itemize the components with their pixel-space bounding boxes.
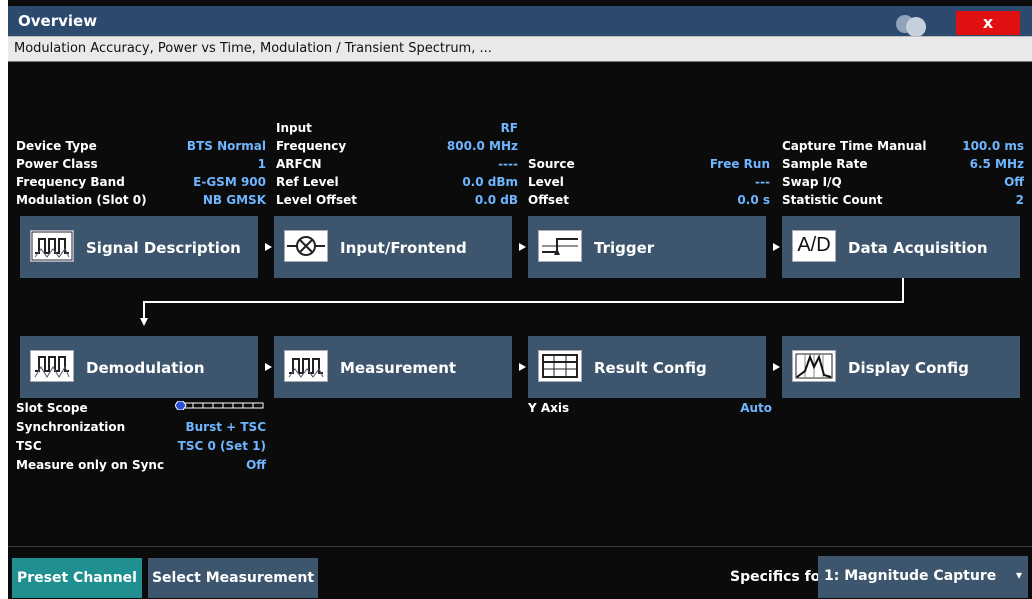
- flow-connector-vertical: [902, 278, 904, 303]
- overview-window: Overview x Modulation Accuracy, Power vs…: [8, 0, 1032, 599]
- synchronization-label: Synchronization: [16, 420, 126, 434]
- statistic-count-label: Statistic Count: [782, 193, 883, 207]
- swap-iq-value: Off: [1004, 175, 1024, 189]
- tsc-value: TSC 0 (Set 1): [177, 439, 266, 453]
- frequency-value: 800.0 MHz: [446, 139, 518, 153]
- signal-waveform-icon: [30, 230, 74, 262]
- trigger-level-value: ---: [755, 175, 770, 189]
- tsc-label: TSC: [16, 439, 42, 453]
- y-axis-value: Auto: [740, 401, 772, 415]
- trigger-source-label: Source: [528, 157, 575, 171]
- flow-connector-down: [143, 301, 145, 319]
- power-class-value: 1: [257, 157, 266, 171]
- frequency-band-label: Frequency Band: [16, 175, 125, 189]
- flow-arrow-down-icon: [140, 318, 148, 326]
- result-config-block[interactable]: Result Config: [528, 336, 766, 398]
- device-type-label: Device Type: [16, 139, 97, 153]
- frequency-band-value: E-GSM 900: [193, 175, 266, 189]
- level-offset-label: Level Offset: [276, 193, 357, 207]
- data-acquisition-block[interactable]: A/D Data Acquisition: [782, 216, 1020, 278]
- modulation-value: NB GMSK: [202, 193, 266, 207]
- display-config-label: Display Config: [848, 359, 969, 377]
- flow-arrow-icon: [519, 243, 526, 251]
- slot-scope-label: Slot Scope: [16, 401, 88, 415]
- signal-description-block[interactable]: Signal Description: [20, 216, 258, 278]
- specifics-dropdown[interactable]: 1: Magnitude Capture ▾: [818, 556, 1028, 598]
- demodulation-waveform-icon: [30, 350, 74, 382]
- trigger-source-value: Free Run: [709, 157, 770, 171]
- ref-level-label: Ref Level: [276, 175, 339, 189]
- device-type-value: BTS Normal: [186, 139, 266, 153]
- statistic-count-value: 2: [1015, 193, 1024, 207]
- trigger-label: Trigger: [594, 239, 655, 257]
- input-frontend-label: Input/Frontend: [340, 239, 467, 257]
- drag-handle-icon[interactable]: [896, 13, 930, 37]
- sample-rate-label: Sample Rate: [782, 157, 868, 171]
- measurement-label: Measurement: [340, 359, 457, 377]
- table-icon: [538, 350, 582, 382]
- preset-channel-button[interactable]: Preset Channel: [12, 558, 142, 598]
- flow-arrow-icon: [265, 363, 272, 371]
- display-config-block[interactable]: Display Config: [782, 336, 1020, 398]
- ref-level-value: 0.0 dBm: [462, 175, 518, 189]
- level-offset-value: 0.0 dB: [474, 193, 518, 207]
- flow-arrow-icon: [773, 363, 780, 371]
- input-value: RF: [500, 121, 518, 135]
- power-class-label: Power Class: [16, 157, 98, 171]
- flow-arrow-icon: [265, 243, 272, 251]
- slot-scope-slider[interactable]: [175, 401, 265, 410]
- ad-converter-icon: A/D: [792, 230, 836, 262]
- capture-time-label: Capture Time Manual: [782, 139, 927, 153]
- arfcn-value: ----: [498, 157, 518, 171]
- input-label: Input: [276, 121, 312, 135]
- flow-arrow-icon: [519, 363, 526, 371]
- signal-description-label: Signal Description: [86, 239, 241, 257]
- measurement-list: Modulation Accuracy, Power vs Time, Modu…: [14, 41, 492, 56]
- flow-connector-horizontal: [143, 301, 904, 303]
- trigger-offset-value: 0.0 s: [737, 193, 770, 207]
- sample-rate-value: 6.5 MHz: [969, 157, 1024, 171]
- chevron-down-icon: ▾: [1015, 568, 1022, 582]
- frequency-label: Frequency: [276, 139, 347, 153]
- demodulation-label: Demodulation: [86, 359, 205, 377]
- trigger-offset-label: Offset: [528, 193, 569, 207]
- display-chart-icon: [792, 350, 836, 382]
- result-config-label: Result Config: [594, 359, 707, 377]
- measure-only-on-sync-value: Off: [246, 458, 266, 472]
- measure-only-on-sync-label: Measure only on Sync: [16, 458, 165, 472]
- y-axis-label: Y Axis: [528, 401, 570, 415]
- measurement-waveform-icon: [284, 350, 328, 382]
- select-measurement-button[interactable]: Select Measurement: [148, 558, 318, 598]
- trigger-block[interactable]: Trigger: [528, 216, 766, 278]
- demodulation-block[interactable]: Demodulation: [20, 336, 258, 398]
- mixer-icon: [284, 230, 328, 262]
- flow-arrow-icon: [773, 243, 780, 251]
- arfcn-label: ARFCN: [276, 157, 322, 171]
- measurement-block[interactable]: Measurement: [274, 336, 512, 398]
- specifics-for-label: Specifics for: [730, 569, 828, 585]
- modulation-label: Modulation (Slot 0): [16, 193, 147, 207]
- data-acquisition-label: Data Acquisition: [848, 239, 988, 257]
- input-frontend-block[interactable]: Input/Frontend: [274, 216, 512, 278]
- title-bar: Overview x: [8, 6, 1032, 37]
- close-button[interactable]: x: [956, 11, 1020, 35]
- trigger-level-label: Level: [528, 175, 564, 189]
- measurement-list-bar: Modulation Accuracy, Power vs Time, Modu…: [8, 36, 1032, 62]
- swap-iq-label: Swap I/Q: [782, 175, 842, 189]
- specifics-dropdown-value: 1: Magnitude Capture: [824, 568, 997, 584]
- capture-time-value: 100.0 ms: [962, 139, 1024, 153]
- synchronization-value: Burst + TSC: [185, 420, 266, 434]
- window-title: Overview: [18, 12, 98, 30]
- trigger-edge-icon: [538, 230, 582, 262]
